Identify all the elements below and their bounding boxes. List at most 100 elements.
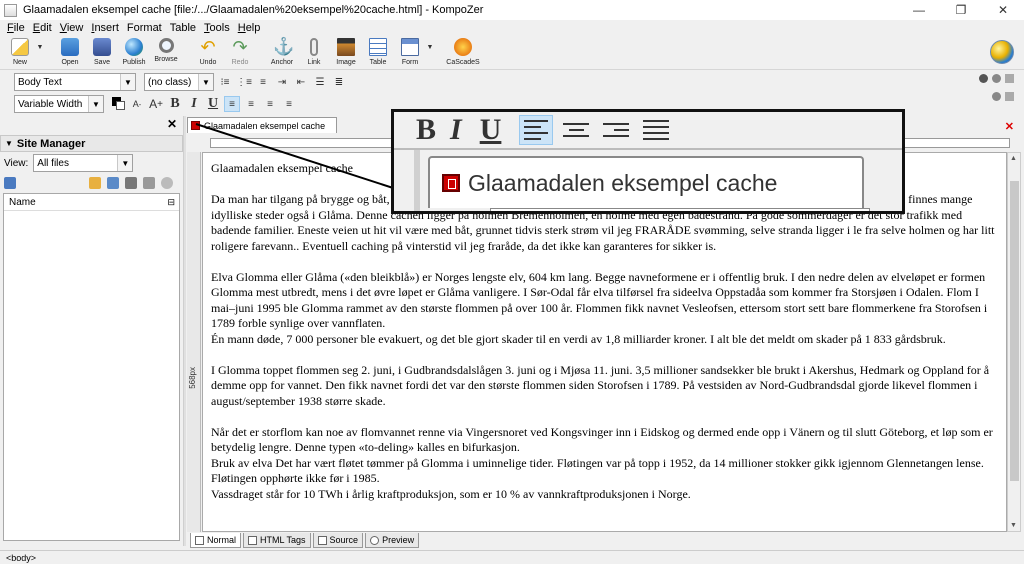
tab-html-tags[interactable]: HTML Tags bbox=[243, 533, 311, 548]
bullet-list-button[interactable]: ⁝≡ bbox=[217, 74, 233, 90]
heading-button[interactable]: ≣ bbox=[331, 74, 347, 90]
file-list-header: Name ⊟ bbox=[4, 194, 179, 211]
sidebar-splitter[interactable] bbox=[183, 116, 186, 546]
paragraph-style-select[interactable]: Body Text ▼ bbox=[14, 73, 136, 91]
align-center-button[interactable]: ≡ bbox=[243, 96, 259, 112]
zoomed-splitter bbox=[414, 150, 420, 211]
definition-list-button[interactable]: ≡ bbox=[255, 74, 271, 90]
anchor-icon: ⚓ bbox=[273, 37, 295, 56]
format-toolbar-1: Body Text ▼ (no class) ▼ ⁝≡ ⋮≡ ≡ ⇥ ⇤ ☰ ≣ bbox=[0, 71, 1024, 93]
anchor-button[interactable]: ⚓ Anchor bbox=[266, 36, 298, 70]
color-picker-icon[interactable] bbox=[979, 74, 988, 83]
menu-bar: File Edit View Insert Format Table Tools… bbox=[0, 20, 1024, 36]
scroll-down-arrow[interactable]: ▼ bbox=[1010, 522, 1017, 529]
tag-path[interactable]: <body> bbox=[6, 553, 36, 563]
publish-label: Publish bbox=[122, 59, 146, 66]
edit-mode-tabs: Normal HTML Tags Source Preview bbox=[190, 533, 421, 548]
cascades-label: CaScadeS bbox=[446, 59, 480, 66]
menu-label: dit bbox=[40, 22, 52, 34]
bold-button[interactable]: B bbox=[167, 96, 183, 112]
class-select[interactable]: (no class) ▼ bbox=[144, 73, 214, 91]
delete-icon[interactable] bbox=[143, 177, 155, 189]
site-file-list[interactable]: Name ⊟ bbox=[3, 193, 180, 541]
collapse-chevron-icon[interactable]: ▼ bbox=[5, 139, 13, 148]
scrollbar-thumb[interactable] bbox=[1010, 181, 1019, 481]
font-size-up-button[interactable]: A + bbox=[148, 96, 164, 112]
paragraph-button[interactable]: ☰ bbox=[312, 74, 328, 90]
chevron-down-icon: ▼ bbox=[117, 155, 133, 171]
site-manager-toolbar bbox=[4, 176, 179, 190]
rename-icon[interactable] bbox=[125, 177, 137, 189]
menu-format[interactable]: Format bbox=[123, 22, 166, 34]
new-dropdown-arrow[interactable]: ▼ bbox=[36, 36, 44, 70]
outdent-button[interactable]: ⇤ bbox=[293, 74, 309, 90]
tab-preview[interactable]: Preview bbox=[365, 533, 420, 548]
tag-tools-icon[interactable] bbox=[992, 74, 1001, 83]
site-manager-header: ▼ Site Manager bbox=[0, 135, 183, 152]
menu-accelerator: E bbox=[32, 22, 41, 34]
form-button[interactable]: Form bbox=[394, 36, 426, 70]
menu-table[interactable]: Table bbox=[166, 22, 200, 34]
site-manager-title: Site Manager bbox=[16, 137, 86, 150]
menu-insert[interactable]: Insert bbox=[87, 22, 123, 34]
zoomed-align-left-icon bbox=[519, 115, 554, 145]
zoomed-divider bbox=[394, 148, 902, 150]
doc-paragraph: I Glomma toppet flommen seg 2. juni, i G… bbox=[211, 362, 990, 408]
indent-button[interactable]: ⇥ bbox=[274, 74, 290, 90]
image-button[interactable]: Image bbox=[330, 36, 362, 70]
stop-icon[interactable] bbox=[161, 177, 173, 189]
throbber-globe-icon bbox=[990, 40, 1014, 64]
edit-icon[interactable] bbox=[107, 177, 119, 189]
close-button[interactable]: ✕ bbox=[982, 0, 1024, 20]
font-size-down-button[interactable]: A- bbox=[129, 96, 145, 112]
format-right-icons bbox=[979, 74, 1014, 83]
browse-button[interactable]: Browse bbox=[150, 36, 182, 70]
font-select[interactable]: Variable Width ▼ bbox=[14, 95, 104, 113]
new-folder-icon[interactable] bbox=[89, 177, 101, 189]
zoomed-align-right-icon bbox=[599, 115, 633, 145]
editor-scrollbar[interactable]: ▲ ▼ bbox=[1007, 152, 1021, 532]
column-picker-icon[interactable]: ⊟ bbox=[167, 197, 175, 208]
tag-tools-icon[interactable] bbox=[1005, 74, 1014, 83]
italic-button[interactable]: I bbox=[186, 96, 202, 112]
close-tab-icon[interactable]: ✕ bbox=[1005, 120, 1014, 133]
underline-button[interactable]: U bbox=[205, 96, 221, 112]
menu-label: Table bbox=[169, 22, 197, 34]
text-color-icon[interactable] bbox=[112, 97, 126, 111]
save-button[interactable]: Save bbox=[86, 36, 118, 70]
tab-normal[interactable]: Normal bbox=[190, 533, 242, 548]
new-page-icon bbox=[11, 38, 29, 56]
undo-button[interactable]: ↶ Undo bbox=[192, 36, 224, 70]
document-tab[interactable]: Glaamadalen eksempel cache bbox=[187, 117, 337, 133]
menu-label: ile bbox=[13, 22, 25, 34]
menu-edit[interactable]: Edit bbox=[29, 22, 56, 34]
table-button[interactable]: Table bbox=[362, 36, 394, 70]
minimize-button[interactable]: — bbox=[898, 0, 940, 20]
menu-tools[interactable]: Tools bbox=[200, 22, 234, 34]
numbered-list-button[interactable]: ⋮≡ bbox=[236, 74, 252, 90]
new-button[interactable]: New bbox=[4, 36, 36, 70]
table-icon bbox=[369, 38, 387, 56]
publish-button[interactable]: Publish bbox=[118, 36, 150, 70]
tab-source[interactable]: Source bbox=[312, 533, 364, 548]
scroll-up-arrow[interactable]: ▲ bbox=[1010, 155, 1017, 162]
redo-button[interactable]: ↷ Redo bbox=[224, 36, 256, 70]
menu-label: iew bbox=[66, 22, 84, 34]
link-button[interactable]: Link bbox=[298, 36, 330, 70]
open-button[interactable]: Open bbox=[54, 36, 86, 70]
form-dropdown-arrow[interactable]: ▼ bbox=[426, 36, 434, 70]
sidebar-header-row: ✕ bbox=[0, 116, 183, 132]
view-filter-select[interactable]: All files ▼ bbox=[33, 154, 134, 172]
sites-icon[interactable] bbox=[4, 177, 16, 189]
justify-button[interactable]: ≡ bbox=[281, 96, 297, 112]
maximize-button[interactable]: ❐ bbox=[940, 0, 982, 20]
file-icon bbox=[191, 121, 200, 130]
close-icon[interactable]: ✕ bbox=[167, 117, 177, 131]
align-left-button[interactable]: ≡ bbox=[224, 96, 240, 112]
align-right-button[interactable]: ≡ bbox=[262, 96, 278, 112]
menu-file[interactable]: File bbox=[3, 22, 29, 34]
cascades-button[interactable]: CaScadeS bbox=[444, 36, 482, 70]
name-column-header[interactable]: Name bbox=[9, 197, 36, 208]
menu-view[interactable]: View bbox=[56, 22, 88, 34]
menu-help[interactable]: Help bbox=[234, 22, 265, 34]
